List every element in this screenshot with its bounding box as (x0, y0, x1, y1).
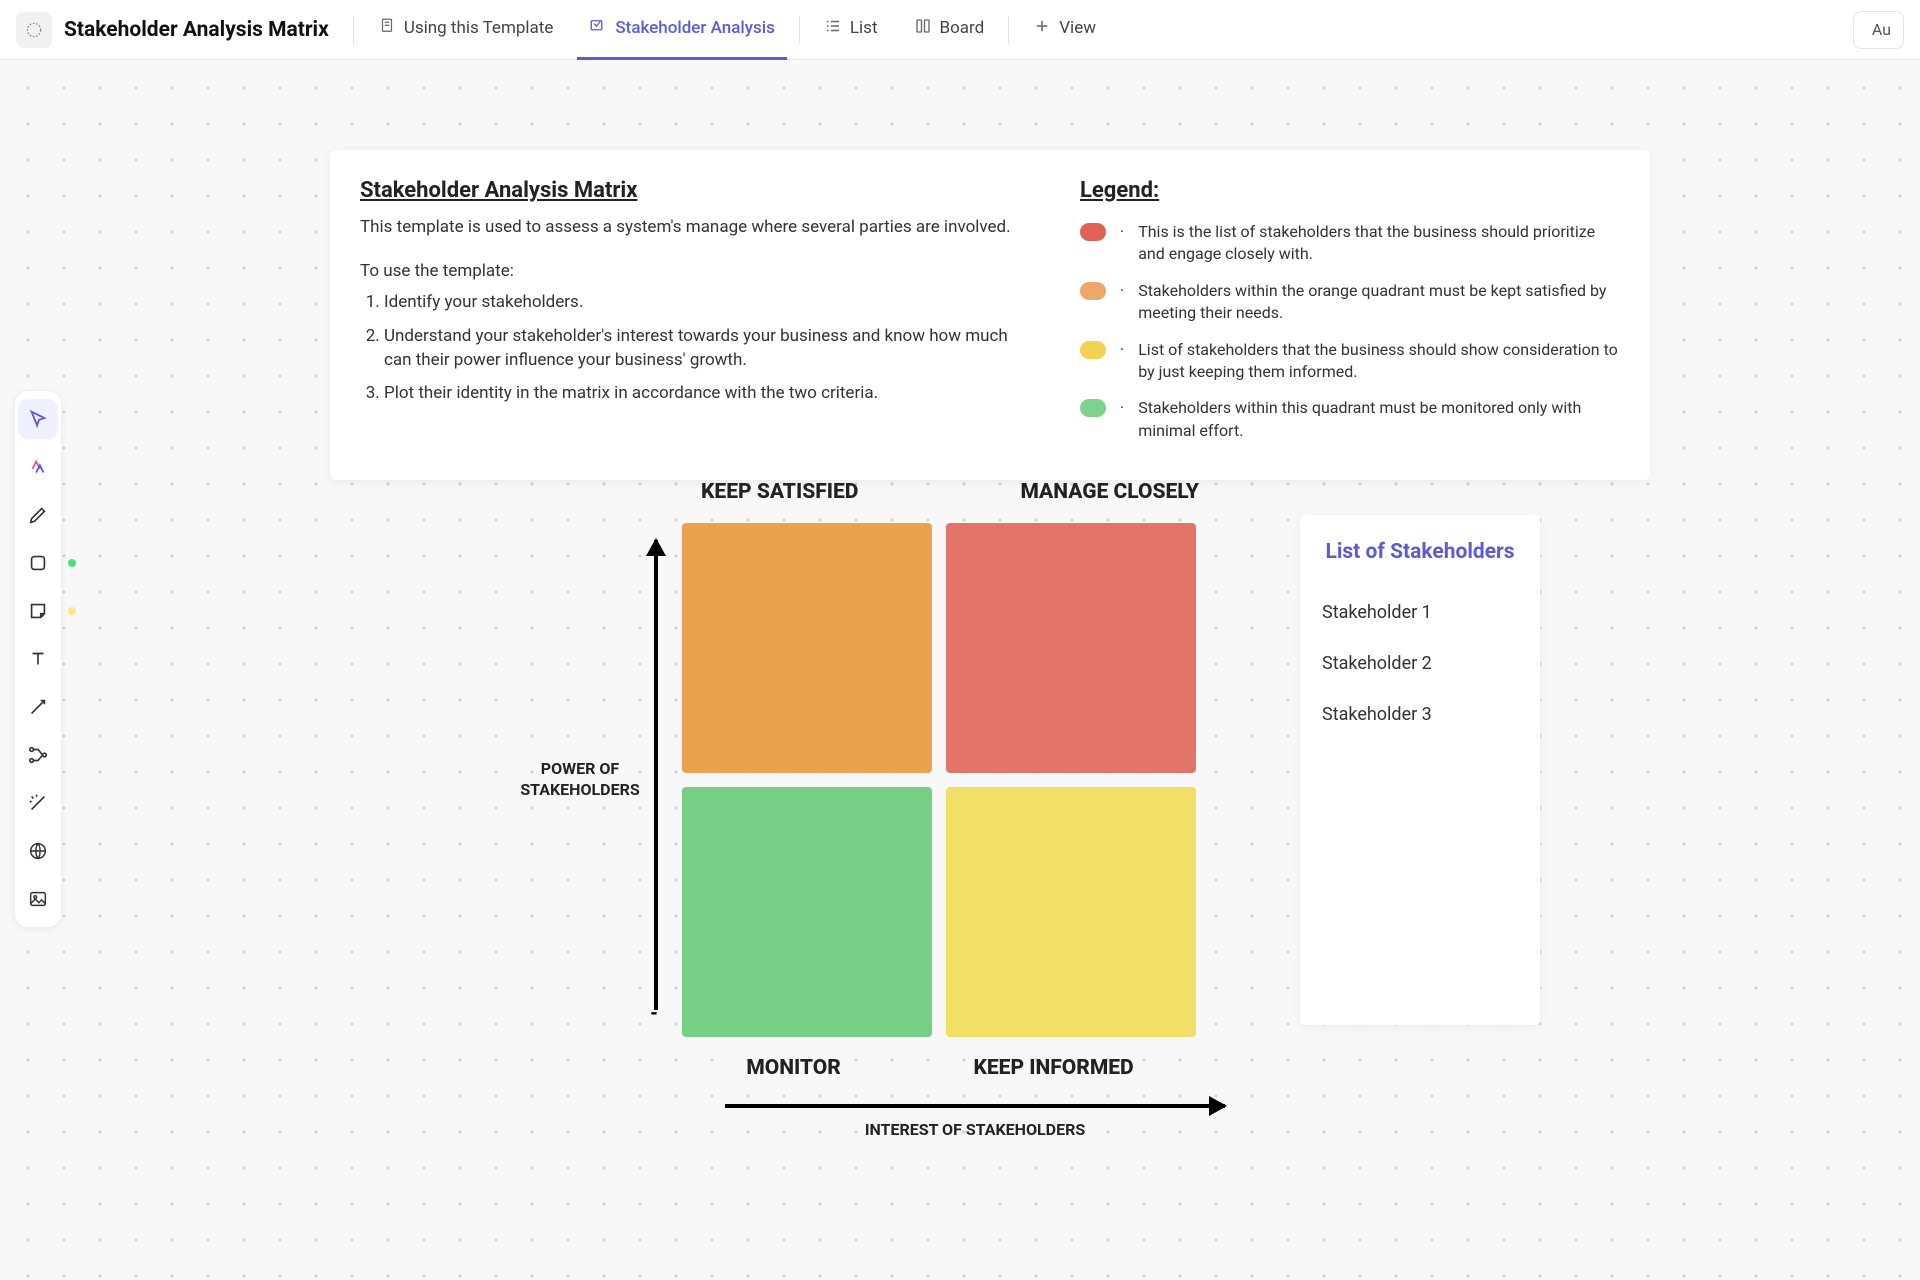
legend-text: Stakeholders within the orange quadrant … (1138, 280, 1620, 325)
shape-color-dot (68, 559, 76, 567)
label-monitor: MONITOR (746, 1056, 841, 1080)
tool-ai-shapes[interactable] (18, 447, 58, 487)
tool-mindmap[interactable] (18, 735, 58, 775)
matrix[interactable]: KEEP SATISFIED MANAGE CLOSELY POWER OF S… (520, 480, 1280, 1141)
y-axis-arrow-icon (654, 540, 658, 1010)
stakeholder-list-card[interactable]: List of Stakeholders Stakeholder 1 Stake… (1300, 515, 1540, 1025)
tool-text[interactable] (18, 639, 58, 679)
tab-add-view[interactable]: View (1021, 0, 1108, 60)
divider (353, 16, 354, 44)
tab-label: Stakeholder Analysis (615, 18, 775, 38)
instructions-steps: Identify your stakeholders. Understand y… (360, 291, 1020, 406)
legend-row: · List of stakeholders that the business… (1080, 339, 1620, 384)
x-axis-arrow-icon (725, 1104, 1225, 1108)
legend-title: Legend: (1080, 178, 1620, 203)
x-axis-label: INTEREST OF STAKEHOLDERS (670, 1120, 1280, 1141)
pen-color-dot (68, 511, 76, 519)
y-axis: POWER OF STAKEHOLDERS (520, 520, 658, 1040)
label-manage-closely: MANAGE CLOSELY (1020, 480, 1199, 504)
instruction-step: Plot their identity in the matrix in acc… (384, 382, 1020, 406)
tab-label: Board (940, 18, 985, 38)
instructions-left: Stakeholder Analysis Matrix This templat… (360, 178, 1020, 456)
tab-label: List (850, 18, 878, 38)
tool-select[interactable] (18, 399, 58, 439)
instruction-step: Understand your stakeholder's interest t… (384, 325, 1020, 373)
instruction-step: Identify your stakeholders. (384, 291, 1020, 315)
y-axis-label: POWER OF STAKEHOLDERS (520, 759, 640, 801)
ai-button[interactable]: Au (1853, 11, 1904, 49)
ai-button-label: Au (1872, 20, 1891, 39)
legend-row: · Stakeholders within this quadrant must… (1080, 397, 1620, 442)
doc-icon[interactable] (16, 12, 52, 48)
stakeholder-item[interactable]: Stakeholder 2 (1322, 653, 1518, 674)
legend-swatch-yellow (1080, 341, 1106, 359)
tool-image[interactable] (18, 879, 58, 919)
tool-connector[interactable] (18, 687, 58, 727)
stakeholder-list-title: List of Stakeholders (1322, 539, 1518, 566)
legend-text: This is the list of stakeholders that th… (1138, 221, 1620, 266)
board-icon (914, 17, 932, 40)
x-axis: INTEREST OF STAKEHOLDERS (670, 1104, 1280, 1141)
tool-pen[interactable] (18, 495, 58, 535)
tab-using-template[interactable]: Using this Template (366, 0, 566, 60)
divider (799, 16, 800, 44)
divider (1008, 16, 1009, 44)
matrix-bottom-labels: MONITOR KEEP INFORMED (680, 1056, 1200, 1080)
stakeholder-item[interactable]: Stakeholder 1 (1322, 602, 1518, 623)
tab-list[interactable]: List (812, 0, 890, 60)
quadrant-keep-satisfied[interactable] (682, 523, 932, 773)
sticky-color-dot (68, 607, 76, 615)
plus-icon (1033, 17, 1051, 40)
doc-page-icon (378, 17, 396, 40)
quadrants (682, 523, 1196, 1037)
whiteboard-icon (589, 17, 607, 40)
topbar: Stakeholder Analysis Matrix Using this T… (0, 0, 1920, 60)
instructions-subtitle: To use the template: (360, 261, 1020, 281)
instructions-title: Stakeholder Analysis Matrix (360, 178, 1020, 203)
legend-row: · Stakeholders within the orange quadran… (1080, 280, 1620, 325)
legend-text: Stakeholders within this quadrant must b… (1138, 397, 1620, 442)
instructions-description: This template is used to assess a system… (360, 217, 1020, 237)
legend: Legend: · This is the list of stakeholde… (1080, 178, 1620, 456)
matrix-top-labels: KEEP SATISFIED MANAGE CLOSELY (620, 480, 1280, 504)
tool-sticky[interactable] (18, 591, 58, 631)
doc-title[interactable]: Stakeholder Analysis Matrix (64, 18, 329, 42)
tab-label: Using this Template (404, 18, 554, 38)
legend-swatch-red (1080, 223, 1106, 241)
stakeholder-item[interactable]: Stakeholder 3 (1322, 704, 1518, 725)
label-keep-informed: KEEP INFORMED (973, 1056, 1133, 1080)
left-toolbar (14, 390, 62, 928)
tab-stakeholder-analysis[interactable]: Stakeholder Analysis (577, 0, 787, 60)
legend-row: · This is the list of stakeholders that … (1080, 221, 1620, 266)
legend-swatch-orange (1080, 282, 1106, 300)
legend-text: List of stakeholders that the business s… (1138, 339, 1620, 384)
legend-swatch-green (1080, 399, 1106, 417)
tool-web[interactable] (18, 831, 58, 871)
tool-shape[interactable] (18, 543, 58, 583)
quadrant-manage-closely[interactable] (946, 523, 1196, 773)
tab-board[interactable]: Board (902, 0, 997, 60)
canvas[interactable]: Stakeholder Analysis Matrix This templat… (0, 60, 1920, 1280)
tab-label: View (1059, 18, 1096, 38)
label-keep-satisfied: KEEP SATISFIED (701, 480, 858, 504)
list-icon (824, 17, 842, 40)
quadrant-keep-informed[interactable] (946, 787, 1196, 1037)
tool-magic[interactable] (18, 783, 58, 823)
quadrant-monitor[interactable] (682, 787, 932, 1037)
instructions-card[interactable]: Stakeholder Analysis Matrix This templat… (330, 150, 1650, 480)
